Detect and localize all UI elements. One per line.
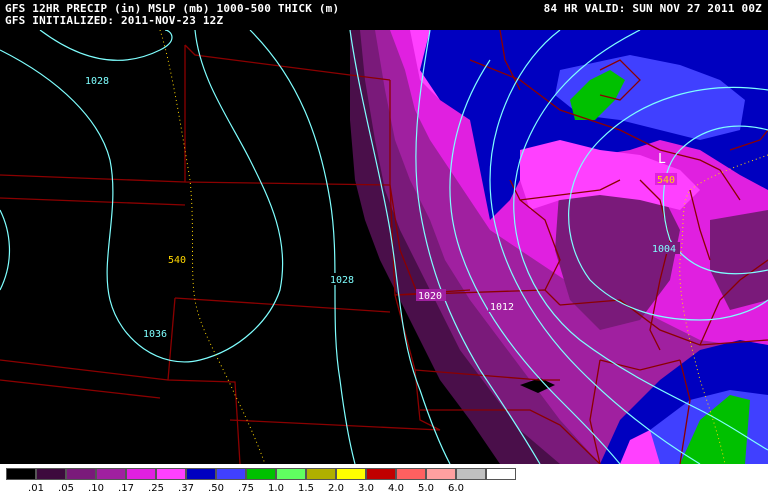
legend-swatch <box>246 468 276 480</box>
legend-swatch <box>186 468 216 480</box>
isobar-label-1028-central: 1028 <box>330 275 354 286</box>
legend-label: 5.0 <box>418 483 434 494</box>
isobar-label-1004: 1004 <box>652 244 676 255</box>
legend-swatch <box>36 468 66 480</box>
legend-label: 4.0 <box>388 483 404 494</box>
valid-time: 84 HR VALID: SUN NOV 27 2011 00Z <box>543 2 762 15</box>
legend-label: 2.0 <box>328 483 344 494</box>
legend-swatch <box>336 468 366 480</box>
isobar-label-1020: 1020 <box>418 291 442 302</box>
thickness-label-540-east: 540 <box>657 175 675 186</box>
legend-swatch <box>6 468 36 480</box>
legend-label: .01 <box>28 483 44 494</box>
legend-label: .37 <box>178 483 194 494</box>
legend-swatch <box>486 468 516 480</box>
init-time: GFS INITIALIZED: 2011-NOV-23 12Z <box>5 14 224 27</box>
legend-swatch <box>156 468 186 480</box>
legend-label: 1.5 <box>298 483 314 494</box>
legend-label: 1.0 <box>268 483 284 494</box>
precip-map: 1028 1028 1036 1020 1012 1004 540 540 L <box>0 30 768 464</box>
legend-label: .50 <box>208 483 224 494</box>
isobar-label-1036: 1036 <box>143 329 167 340</box>
legend-swatch <box>426 468 456 480</box>
legend-label: .17 <box>118 483 134 494</box>
legend-label: .75 <box>238 483 254 494</box>
legend-swatch <box>66 468 96 480</box>
legend-swatch <box>216 468 246 480</box>
thickness-label-540-west: 540 <box>168 255 186 266</box>
legend-swatch <box>366 468 396 480</box>
legend-label: 6.0 <box>448 483 464 494</box>
legend-label: .25 <box>148 483 164 494</box>
legend-label: 3.0 <box>358 483 374 494</box>
legend-label: .10 <box>88 483 104 494</box>
legend-label: .05 <box>58 483 74 494</box>
header-bar: GFS 12HR PRECIP (in) MSLP (mb) 1000-500 … <box>0 0 768 30</box>
legend-swatch <box>126 468 156 480</box>
legend-swatch <box>96 468 126 480</box>
legend-swatch <box>306 468 336 480</box>
isobar-label-1028-west: 1028 <box>85 76 109 87</box>
low-pressure-marker: L <box>658 152 666 167</box>
isobar-label-1012: 1012 <box>490 302 514 313</box>
legend-swatch <box>456 468 486 480</box>
legend-swatch <box>396 468 426 480</box>
legend-swatch <box>276 468 306 480</box>
